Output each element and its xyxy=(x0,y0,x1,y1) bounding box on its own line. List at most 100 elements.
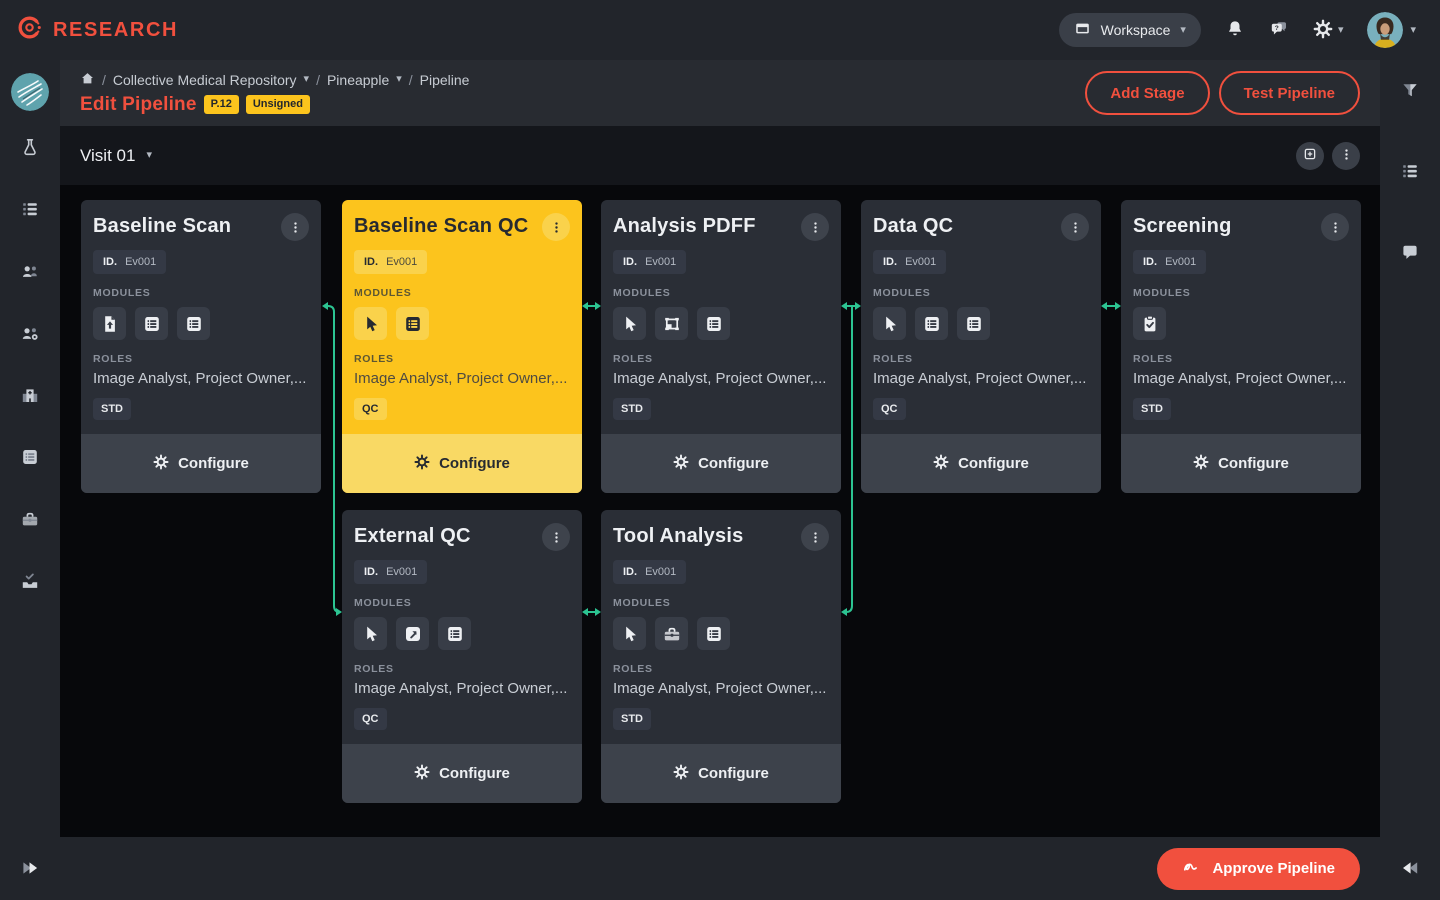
gear-icon xyxy=(1193,454,1209,474)
sidebar-item-checklist[interactable] xyxy=(16,199,44,221)
stage-menu-button[interactable] xyxy=(1321,213,1349,241)
page-header: / Collective Medical Repository ▾ / Pine… xyxy=(60,60,1380,126)
stage-type-badge: QC xyxy=(354,708,387,730)
visit-selector[interactable]: Visit 01 ▾ xyxy=(80,146,152,166)
cursor-icon xyxy=(873,307,906,340)
checklist-icon xyxy=(20,199,40,222)
visit-menu-button[interactable] xyxy=(1332,142,1360,170)
app-logo[interactable]: RESEARCH xyxy=(16,14,178,46)
breadcrumb-project[interactable]: Pineapple xyxy=(327,72,389,88)
stage-title: Baseline Scan xyxy=(93,213,231,238)
stage-menu-button[interactable] xyxy=(542,213,570,241)
sidebar-item-users-gear[interactable] xyxy=(16,323,44,345)
kebab-menu-icon xyxy=(1339,147,1354,165)
chevron-down-icon[interactable]: ▾ xyxy=(396,74,402,85)
id-label: ID. xyxy=(1143,256,1157,268)
breadcrumb-repository[interactable]: Collective Medical Repository xyxy=(113,72,297,88)
users-gear-icon xyxy=(20,323,40,346)
stage-card: External QC ID. Ev001 MODULES ROLES Imag… xyxy=(342,510,582,803)
sidebar-item-checklist[interactable] xyxy=(1396,161,1424,183)
roles-value: Image Analyst, Project Owner,... xyxy=(873,370,1089,387)
notifications-button[interactable] xyxy=(1225,19,1245,42)
stage-menu-button[interactable] xyxy=(801,213,829,241)
stage-menu-button[interactable] xyxy=(1061,213,1089,241)
chevron-down-icon: ▾ xyxy=(146,150,152,161)
chevron-down-icon[interactable]: ▾ xyxy=(304,74,310,85)
configure-button[interactable]: Configure xyxy=(601,434,841,493)
add-stage-button[interactable]: Add Stage xyxy=(1085,71,1209,115)
logo-ring-icon xyxy=(16,14,43,46)
configure-button[interactable]: Configure xyxy=(1121,434,1361,493)
gear-icon xyxy=(1313,19,1333,42)
left-sidebar xyxy=(0,60,60,900)
sidebar-item-hospital[interactable] xyxy=(16,385,44,407)
bottom-bar: Approve Pipeline xyxy=(60,837,1380,900)
id-value: Ev001 xyxy=(645,566,676,578)
list-icon xyxy=(697,617,730,650)
roles-value: Image Analyst, Project Owner,... xyxy=(613,370,829,387)
user-menu[interactable]: ▾ xyxy=(1367,12,1416,48)
collapse-panel-button[interactable] xyxy=(1396,858,1424,880)
chevron-down-icon: ▾ xyxy=(1410,25,1416,36)
id-value: Ev001 xyxy=(125,256,156,268)
approve-pipeline-label: Approve Pipeline xyxy=(1212,860,1335,877)
gear-icon xyxy=(414,764,430,784)
stage-id-badge: ID. Ev001 xyxy=(613,560,686,584)
stage-menu-button[interactable] xyxy=(542,523,570,551)
page-title: Edit Pipeline xyxy=(80,94,197,116)
sidebar-item-toolbox[interactable] xyxy=(16,509,44,531)
add-visit-button[interactable] xyxy=(1296,142,1324,170)
plus-square-icon xyxy=(1302,146,1318,165)
stage-id-badge: ID. Ev001 xyxy=(93,250,166,274)
modules-label: MODULES xyxy=(354,287,570,299)
configure-button[interactable]: Configure xyxy=(601,744,841,803)
modules-label: MODULES xyxy=(613,287,829,299)
stage-menu-button[interactable] xyxy=(801,523,829,551)
breadcrumb-current[interactable]: Pipeline xyxy=(420,72,470,88)
roles-value: Image Analyst, Project Owner,... xyxy=(354,680,570,697)
cursor-icon xyxy=(354,617,387,650)
expand-sidebar-button[interactable] xyxy=(16,858,44,880)
inbox-check-icon xyxy=(20,571,40,594)
gear-icon xyxy=(933,454,949,474)
gear-icon xyxy=(153,454,169,474)
id-value: Ev001 xyxy=(905,256,936,268)
roles-label: ROLES xyxy=(354,663,570,675)
stage-id-badge: ID. Ev001 xyxy=(354,560,427,584)
test-pipeline-button[interactable]: Test Pipeline xyxy=(1219,71,1360,115)
project-avatar[interactable] xyxy=(11,73,49,111)
chevron-down-icon: ▾ xyxy=(1180,25,1186,36)
stage-menu-button[interactable] xyxy=(281,213,309,241)
configure-button[interactable]: Configure xyxy=(342,744,582,803)
stage-id-badge: ID. Ev001 xyxy=(613,250,686,274)
file-upload-icon xyxy=(93,307,126,340)
sidebar-item-list-box[interactable] xyxy=(16,447,44,469)
approve-pipeline-button[interactable]: Approve Pipeline xyxy=(1157,848,1360,890)
stage-title: Analysis PDFF xyxy=(613,213,756,238)
stage-card: Data QC ID. Ev001 MODULES ROLES Image An… xyxy=(861,200,1101,493)
roles-label: ROLES xyxy=(1133,353,1349,365)
configure-button[interactable]: Configure xyxy=(81,434,321,493)
help-chat-button[interactable]: ? xyxy=(1269,19,1289,42)
configure-button[interactable]: Configure xyxy=(861,434,1101,493)
stage-id-badge: ID. Ev001 xyxy=(354,250,427,274)
list-icon xyxy=(697,307,730,340)
sidebar-item-flask[interactable] xyxy=(16,137,44,159)
workspace-selector[interactable]: Workspace ▾ xyxy=(1059,13,1201,47)
avatar xyxy=(1367,12,1403,48)
modules-label: MODULES xyxy=(354,597,570,609)
visit-label: Visit 01 xyxy=(80,146,135,166)
sidebar-item-inbox-check[interactable] xyxy=(16,571,44,593)
fast-forward-icon xyxy=(20,858,40,881)
sidebar-item-users[interactable] xyxy=(16,261,44,283)
configure-button[interactable]: Configure xyxy=(342,434,582,493)
gear-icon xyxy=(414,454,430,474)
sidebar-item-filter[interactable] xyxy=(1396,80,1424,102)
id-value: Ev001 xyxy=(1165,256,1196,268)
breadcrumb: / Collective Medical Repository ▾ / Pine… xyxy=(80,71,469,89)
settings-menu-button[interactable]: ▾ xyxy=(1313,19,1344,42)
sidebar-item-chat-bubble[interactable] xyxy=(1396,242,1424,264)
roles-label: ROLES xyxy=(873,353,1089,365)
chat-bubble-icon xyxy=(1400,242,1420,265)
home-icon[interactable] xyxy=(80,71,95,89)
